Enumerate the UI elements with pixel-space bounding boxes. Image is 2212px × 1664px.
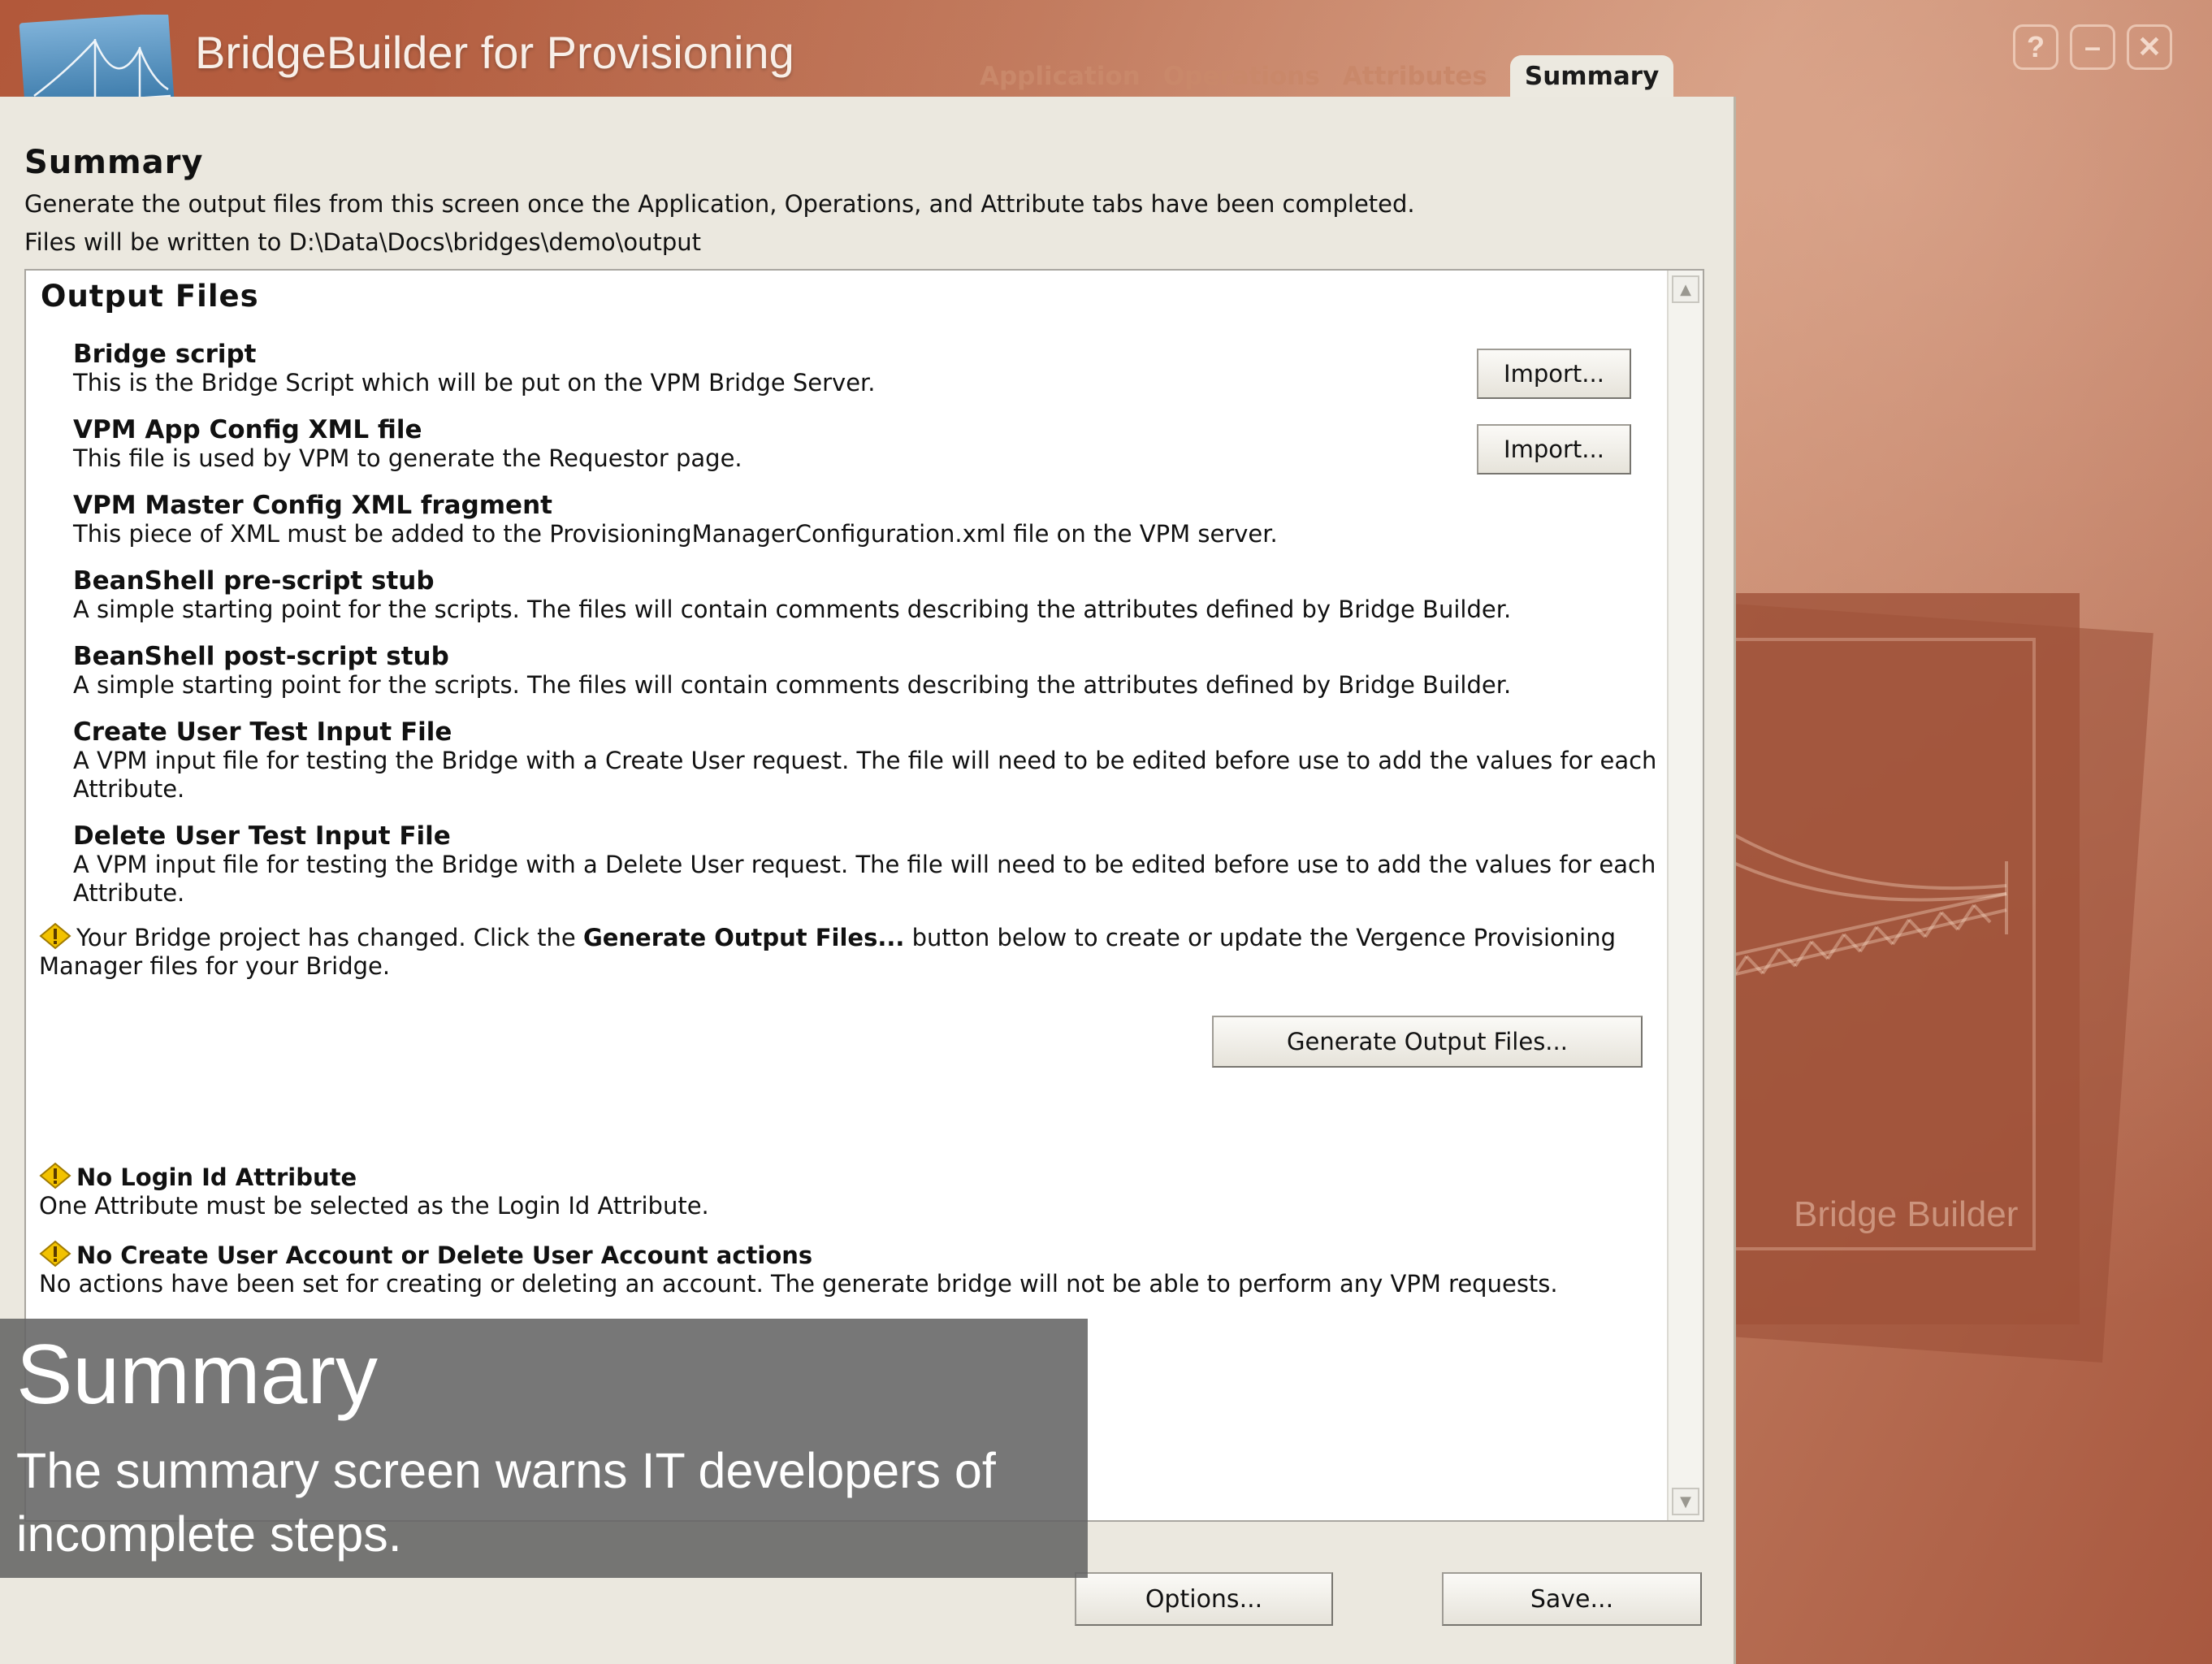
output-file-post-script: BeanShell post-script stub A simple star…	[73, 642, 1665, 700]
tab-summary[interactable]: Summary	[1509, 55, 1674, 99]
output-file-description: A VPM input file for testing the Bridge …	[73, 851, 1656, 907]
options-button[interactable]: Options...	[1075, 1572, 1333, 1626]
tab-bar: Application Operations Attributes Summar…	[980, 55, 1674, 99]
warning-icon	[39, 922, 71, 950]
warning-login-id: No Login Id Attribute One Attribute must…	[39, 1162, 1680, 1220]
output-file-name: Create User Test Input File	[73, 717, 452, 747]
caption-overlay: Summary The summary screen warns IT deve…	[0, 1319, 1088, 1578]
output-file-name: BeanShell post-script stub	[73, 642, 449, 671]
output-file-name: Delete User Test Input File	[73, 821, 451, 851]
close-icon[interactable]: ✕	[2127, 24, 2172, 70]
output-file-app-config: VPM App Config XML file This file is use…	[73, 415, 1665, 473]
output-file-description: This piece of XML must be added to the P…	[73, 520, 1278, 548]
warning-text: No actions have been set for creating or…	[39, 1270, 1558, 1298]
scroll-down-arrow-icon[interactable]: ▼	[1672, 1488, 1699, 1515]
minimize-icon[interactable]: –	[2070, 24, 2115, 70]
import-bridge-script-button[interactable]: Import...	[1477, 349, 1631, 399]
warning-icon	[39, 1162, 71, 1190]
output-file-name: VPM Master Config XML fragment	[73, 491, 552, 520]
tab-attributes[interactable]: Attributes	[1343, 57, 1487, 99]
window-controls: ? – ✕	[2013, 24, 2172, 70]
background-logo-text: Bridge Builder	[1794, 1194, 2019, 1234]
output-file-name: BeanShell pre-script stub	[73, 566, 435, 596]
help-icon[interactable]: ?	[2013, 24, 2058, 70]
output-file-name: Bridge script	[73, 340, 257, 369]
caption-text: The summary screen warns IT developers o…	[16, 1443, 996, 1562]
notice-prefix: Your Bridge project has changed. Click t…	[76, 924, 583, 951]
output-file-bridge-script: Bridge script This is the Bridge Script …	[73, 340, 1665, 397]
vertical-scrollbar[interactable]: ▲ ▼	[1667, 271, 1703, 1520]
app-title: BridgeBuilder for Provisioning	[195, 27, 794, 78]
output-file-master-config: VPM Master Config XML fragment This piec…	[73, 491, 1665, 548]
output-file-description: This is the Bridge Script which will be …	[73, 369, 876, 396]
warning-title: No Create User Account or Delete User Ac…	[76, 1242, 813, 1269]
generate-output-files-button[interactable]: Generate Output Files...	[1212, 1016, 1643, 1068]
notice-bold: Generate Output Files...	[582, 924, 905, 951]
caption-title: Summary	[16, 1328, 378, 1422]
page-title: Summary	[24, 144, 204, 181]
summary-description: Generate the output files from this scre…	[24, 190, 1415, 218]
save-button[interactable]: Save...	[1442, 1572, 1702, 1626]
project-changed-notice: Your Bridge project has changed. Click t…	[39, 922, 1680, 981]
output-file-description: A VPM input file for testing the Bridge …	[73, 747, 1657, 803]
output-file-description: A simple starting point for the scripts.…	[73, 671, 1512, 699]
tab-application[interactable]: Application	[980, 57, 1141, 99]
output-file-description: This file is used by VPM to generate the…	[73, 444, 742, 472]
import-app-config-button[interactable]: Import...	[1477, 424, 1631, 474]
output-file-create-user-test: Create User Test Input File A VPM input …	[73, 717, 1665, 804]
output-files-title: Output Files	[41, 279, 259, 314]
warning-text: One Attribute must be selected as the Lo…	[39, 1192, 709, 1220]
scroll-up-arrow-icon[interactable]: ▲	[1672, 275, 1699, 303]
warning-title: No Login Id Attribute	[76, 1164, 357, 1191]
output-file-pre-script: BeanShell pre-script stub A simple start…	[73, 566, 1665, 624]
background-bridge-illustration	[1698, 811, 2008, 985]
output-path-text: Files will be written to D:\Data\Docs\br…	[24, 228, 702, 256]
warning-no-actions: No Create User Account or Delete User Ac…	[39, 1240, 1680, 1298]
tab-operations[interactable]: Operations	[1163, 57, 1320, 99]
warning-icon	[39, 1240, 71, 1268]
output-file-delete-user-test: Delete User Test Input File A VPM input …	[73, 821, 1665, 908]
output-file-name: VPM App Config XML file	[73, 415, 422, 444]
output-file-description: A simple starting point for the scripts.…	[73, 596, 1512, 623]
